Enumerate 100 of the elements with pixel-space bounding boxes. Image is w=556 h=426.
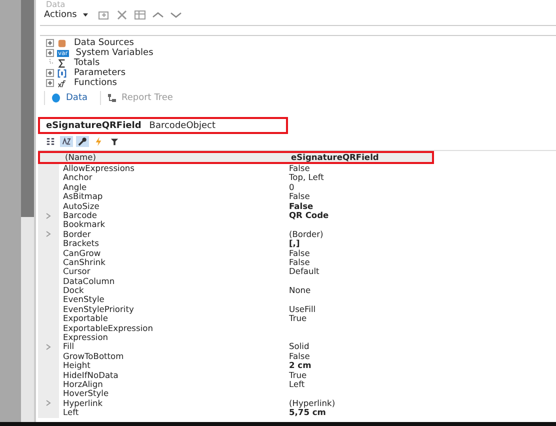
property-row[interactable]: ExportableExpression [38,324,434,334]
property-row[interactable]: AsBitmap False [38,192,434,202]
property-value: 5,75 cm [288,408,326,418]
property-row[interactable]: CanGrow False [38,248,434,258]
property-name: DataColumn [62,276,116,286]
property-name: CanGrow [62,248,102,258]
property-row[interactable]: Exportable True [38,314,434,324]
table-icon[interactable] [134,10,146,20]
actions-dropdown[interactable]: Actions [44,10,92,20]
property-row[interactable]: GrowToBottom False [38,352,434,362]
property-name: CanShrink [62,258,106,268]
property-row[interactable]: Border (Border) [38,230,434,240]
parameters-icon [57,68,67,78]
property-name: Left [62,408,79,418]
property-name: EvenStylePriority [62,304,135,314]
property-row[interactable]: HorzAlign Left [38,380,434,390]
expand-icon[interactable] [46,49,54,57]
property-value: (Hyperlink) [288,398,336,408]
tree-item[interactable]: System Variables [76,48,154,58]
property-row[interactable]: EvenStylePriority UseFill [38,304,434,314]
property-row[interactable]: Expression [38,333,434,342]
tree-item[interactable]: Totals [74,58,100,68]
property-name: Bookmark [62,220,106,230]
property-row[interactable]: DataColumn [38,276,434,286]
tree-item[interactable]: Data Sources [74,38,134,48]
property-name: EvenStyle [62,295,106,305]
wrench-icon[interactable] [76,136,89,147]
tree-item[interactable]: Parameters [74,68,126,78]
property-value: False [288,248,311,258]
property-value: False [288,202,314,211]
expand-icon[interactable] [46,69,54,77]
property-value: False [288,258,311,268]
property-name: Brackets [62,239,100,249]
expand-icon[interactable] [46,79,54,87]
property-name: Dock [62,286,85,296]
property-value: 0 [288,182,294,192]
property-name: HorzAlign [62,380,103,390]
property-row[interactable]: AllowExpressions False [38,164,434,174]
property-row[interactable]: Hyperlink (Hyperlink) [38,398,434,408]
property-value: True [288,370,308,380]
database-icon [57,38,67,48]
property-row[interactable]: Bookmark [38,220,434,230]
property-value: UseFill [288,304,317,314]
property-value: eSignatureQRField [290,152,380,162]
sort-icon[interactable] [60,136,73,147]
property-name: GrowToBottom [62,352,125,362]
tree-item[interactable]: Functions [74,78,117,88]
property-name: Fill [62,342,74,352]
property-value: False [288,352,311,362]
property-row[interactable]: AutoSize False [38,202,434,211]
property-value: Default [288,267,320,277]
delete-icon[interactable] [116,10,128,20]
caret-icon [82,12,88,17]
tab[interactable]: Data [44,91,94,105]
property-name: Height [62,361,92,371]
property-row[interactable]: Cursor Default [38,267,434,277]
property-row[interactable]: Anchor Top, Left [38,173,434,183]
property-row[interactable]: HideIfNoData True [38,370,434,380]
sigma-icon [57,58,67,68]
property-name: AsBitmap [62,192,104,202]
categorized-icon[interactable] [44,136,57,147]
property-name: Anchor [62,173,92,183]
property-row[interactable]: Angle 0 [38,182,434,192]
property-value: (Border) [288,230,324,240]
property-name: (Name) [64,152,97,162]
property-row[interactable]: Left 5,75 cm [38,408,434,418]
property-row[interactable]: Dock None [38,286,434,296]
edit-icon[interactable] [98,10,110,20]
database-icon [51,93,61,103]
property-row[interactable]: Barcode QR Code [38,210,434,220]
property-name: Expression [62,333,108,342]
property-row[interactable]: EvenStyle [38,295,434,305]
property-name: Angle [62,182,87,192]
property-value: Top, Left [288,173,325,183]
property-row[interactable]: (Name) eSignatureQRField [38,151,434,164]
property-name: Exportable [62,314,108,324]
tree-icon [106,93,116,103]
property-value: False [288,164,311,174]
panel-title: Data [45,0,66,9]
chevron-down-icon[interactable] [170,10,182,20]
property-name: AutoSize [62,202,100,211]
property-value: QR Code [288,210,330,220]
object-type: BarcodeObject [149,120,216,130]
property-row[interactable]: Height 2 cm [38,361,434,371]
property-value: True [288,314,308,324]
expand-icon[interactable] [46,39,54,47]
property-name: HoverStyle [62,389,110,399]
property-value: Solid [288,342,310,352]
property-row[interactable]: Brackets [,] [38,239,434,249]
property-name: Hyperlink [62,398,103,408]
property-value: None [288,286,312,296]
property-row[interactable]: CanShrink False [38,258,434,268]
search-field[interactable] [40,25,556,36]
property-row[interactable]: HoverStyle [38,389,434,399]
property-row[interactable]: Fill Solid [38,342,434,352]
chevron-up-icon[interactable] [152,10,164,20]
object-name: eSignatureQRField [46,120,142,130]
property-value: Left [288,380,306,390]
property-name: ExportableExpression [62,324,154,333]
function-icon [57,78,67,88]
